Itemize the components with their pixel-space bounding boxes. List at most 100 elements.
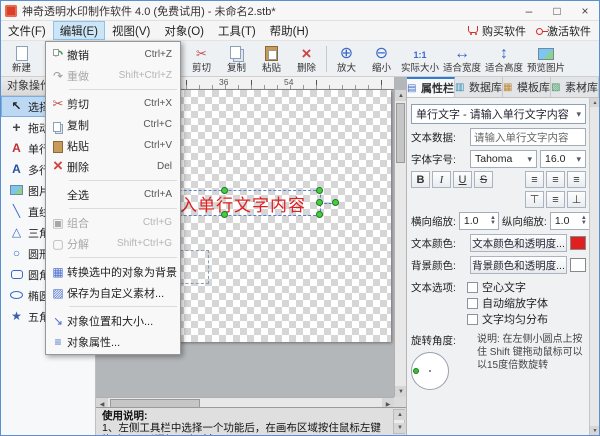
app-icon bbox=[5, 5, 17, 17]
toolbar-button[interactable]: 缩小 bbox=[364, 42, 399, 76]
toolbar-button[interactable]: 新建 bbox=[4, 42, 39, 76]
toolbar-button[interactable]: 放大 bbox=[329, 42, 364, 76]
edit-menu-item[interactable]: 剪切 Ctrl+X bbox=[46, 93, 180, 114]
panel-tab[interactable]: 属性栏 bbox=[407, 77, 455, 97]
paste-icon bbox=[49, 138, 67, 153]
edit-menu-item[interactable]: 对象位置和大小... bbox=[46, 310, 180, 331]
toolbar-button[interactable]: 复制 bbox=[219, 42, 254, 76]
align-center-button[interactable]: ≡ bbox=[546, 171, 565, 188]
menubar-item[interactable]: 文件(F) bbox=[1, 21, 53, 40]
rotation-dial-dot[interactable] bbox=[413, 368, 419, 374]
scroll-up-arrow[interactable]: ▲ bbox=[394, 410, 406, 420]
stepper-arrows-icon[interactable]: ▲▼ bbox=[490, 216, 496, 226]
text-color-button[interactable]: 文本颜色和透明度... bbox=[470, 234, 567, 252]
toolbar-button[interactable]: 适合高度 bbox=[483, 42, 525, 76]
toolbar-button[interactable]: 粘贴 bbox=[254, 42, 289, 76]
edit-menu-item[interactable]: 对象属性... bbox=[46, 331, 180, 352]
align-middle-button[interactable]: ≡ bbox=[546, 191, 565, 208]
edit-menu-item[interactable] bbox=[69, 89, 177, 90]
text-option-row[interactable]: 自动缩放字体 bbox=[467, 295, 586, 311]
scroll-up-arrow[interactable]: ▲ bbox=[395, 90, 406, 101]
edit-menu-item[interactable] bbox=[69, 257, 177, 258]
text-data-input[interactable] bbox=[470, 128, 586, 146]
line-icon bbox=[9, 203, 24, 220]
panel-tab[interactable]: 数据库 bbox=[455, 77, 503, 97]
scroll-thumb[interactable] bbox=[396, 103, 405, 163]
font-family-select[interactable]: Tahoma ▾ bbox=[470, 150, 537, 168]
checkbox[interactable] bbox=[467, 298, 478, 309]
delete-icon bbox=[297, 44, 317, 63]
edit-menu-item[interactable]: 分解 Shift+Ctrl+G bbox=[46, 233, 180, 254]
text-color-swatch[interactable] bbox=[570, 236, 586, 250]
resize-handle[interactable] bbox=[221, 187, 228, 194]
ellipse-icon bbox=[9, 287, 24, 304]
buy-software-button[interactable]: 购买软件 bbox=[468, 23, 526, 39]
text-option-row[interactable]: 空心文字 bbox=[467, 279, 586, 295]
canvas-vertical-scrollbar[interactable]: ▲ ▼ bbox=[394, 90, 406, 397]
paste-icon bbox=[262, 44, 282, 63]
panel-tab[interactable]: 模板库 bbox=[503, 77, 551, 97]
toolbar-button[interactable]: 删除 bbox=[289, 42, 324, 76]
align-top-button[interactable]: ⊤ bbox=[525, 191, 544, 208]
vscale-stepper[interactable]: 1.0 ▲▼ bbox=[550, 212, 590, 230]
object-type-selector[interactable]: 单行文字 - 请输入单行文字内容 ▾ bbox=[411, 104, 586, 124]
resize-handle[interactable] bbox=[316, 187, 323, 194]
resize-handle[interactable] bbox=[316, 199, 323, 206]
minimize-button[interactable]: – bbox=[515, 1, 543, 20]
checkbox[interactable] bbox=[467, 314, 478, 325]
resize-handle[interactable] bbox=[316, 211, 323, 218]
scroll-down-arrow[interactable]: ▼ bbox=[395, 386, 406, 397]
toolbar-button[interactable]: 预览图片 bbox=[525, 42, 567, 76]
align-left-button[interactable]: ≡ bbox=[525, 171, 544, 188]
rotation-dial[interactable] bbox=[411, 352, 449, 390]
activate-software-button[interactable]: 激活软件 bbox=[536, 23, 591, 39]
toolbar-button[interactable]: 实际大小 bbox=[399, 42, 441, 76]
bg-color-swatch[interactable] bbox=[570, 258, 586, 272]
scroll-up-arrow[interactable]: ▲ bbox=[590, 98, 600, 107]
close-button[interactable]: × bbox=[571, 1, 599, 20]
edit-menu-item[interactable]: 撤销 Ctrl+Z bbox=[46, 44, 180, 65]
menubar-item[interactable]: 视图(V) bbox=[105, 21, 157, 40]
edit-menu-item[interactable]: 组合 Ctrl+G bbox=[46, 212, 180, 233]
bg-color-button[interactable]: 背景颜色和透明度... bbox=[470, 256, 567, 274]
properties-body: 单行文字 - 请输入单行文字内容 ▾ 文本数据: 字体字号: Tahoma ▾ … bbox=[411, 102, 586, 435]
rotation-handle[interactable] bbox=[332, 199, 339, 206]
edit-menu-item[interactable]: 重做 Shift+Ctrl+Z bbox=[46, 65, 180, 86]
toolbar-button[interactable]: 适合宽度 bbox=[441, 42, 483, 76]
hscale-stepper[interactable]: 1.0 ▲▼ bbox=[459, 212, 499, 230]
edit-menu-item[interactable]: 转换选中的对象为背景 bbox=[46, 261, 180, 282]
scroll-down-arrow[interactable]: ▼ bbox=[590, 426, 600, 435]
menubar-item[interactable]: 帮助(H) bbox=[263, 21, 316, 40]
font-size-select[interactable]: 16.0 ▾ bbox=[540, 150, 586, 168]
help-scrollbar[interactable]: ▲ ▼ bbox=[393, 409, 405, 434]
usage-help-strip: 使用说明: 1、左侧工具栏中选择一个功能后，在画布区域按住鼠标左键拖动，可以添加… bbox=[96, 407, 406, 435]
edit-menu-item[interactable]: 粘贴 Ctrl+V bbox=[46, 135, 180, 156]
scroll-down-arrow[interactable]: ▼ bbox=[394, 423, 406, 433]
stepper-arrows-icon[interactable]: ▲▼ bbox=[581, 216, 587, 226]
maximize-button[interactable]: □ bbox=[543, 1, 571, 20]
edit-menu-item[interactable]: 复制 Ctrl+C bbox=[46, 114, 180, 135]
text-option-row[interactable]: 文字均匀分布 bbox=[467, 311, 586, 327]
edit-menu-item[interactable] bbox=[69, 180, 177, 181]
panel-scrollbar[interactable]: ▲ ▼ bbox=[589, 98, 599, 435]
edit-menu-item[interactable] bbox=[69, 306, 177, 307]
italic-button[interactable]: I bbox=[432, 171, 451, 188]
toolbar-button[interactable]: 剪切 bbox=[184, 42, 219, 76]
edit-menu-item[interactable]: 保存为自定义素材... bbox=[46, 282, 180, 303]
checkbox[interactable] bbox=[467, 282, 478, 293]
edit-menu-item[interactable]: 全选 Ctrl+A bbox=[46, 184, 180, 205]
underline-button[interactable]: U bbox=[453, 171, 472, 188]
edit-menu-item[interactable]: 删除 Del bbox=[46, 156, 180, 177]
align-right-button[interactable]: ≡ bbox=[567, 171, 586, 188]
menubar-item[interactable]: 对象(O) bbox=[157, 21, 211, 40]
bold-button[interactable]: B bbox=[411, 171, 430, 188]
collapse-panel-button[interactable]: « bbox=[575, 77, 589, 98]
menubar-item[interactable]: 编辑(E) bbox=[53, 21, 105, 40]
strikethrough-button[interactable]: S bbox=[474, 171, 493, 188]
resize-handle[interactable] bbox=[221, 211, 228, 218]
toolbar-button[interactable] bbox=[326, 46, 327, 72]
menubar-item[interactable]: 工具(T) bbox=[211, 21, 263, 40]
edit-menu-item[interactable] bbox=[69, 208, 177, 209]
align-bottom-button[interactable]: ⊥ bbox=[567, 191, 586, 208]
window-title: 神奇透明水印制作软件 4.0 (免费试用) - 未命名2.stb* bbox=[22, 3, 276, 19]
